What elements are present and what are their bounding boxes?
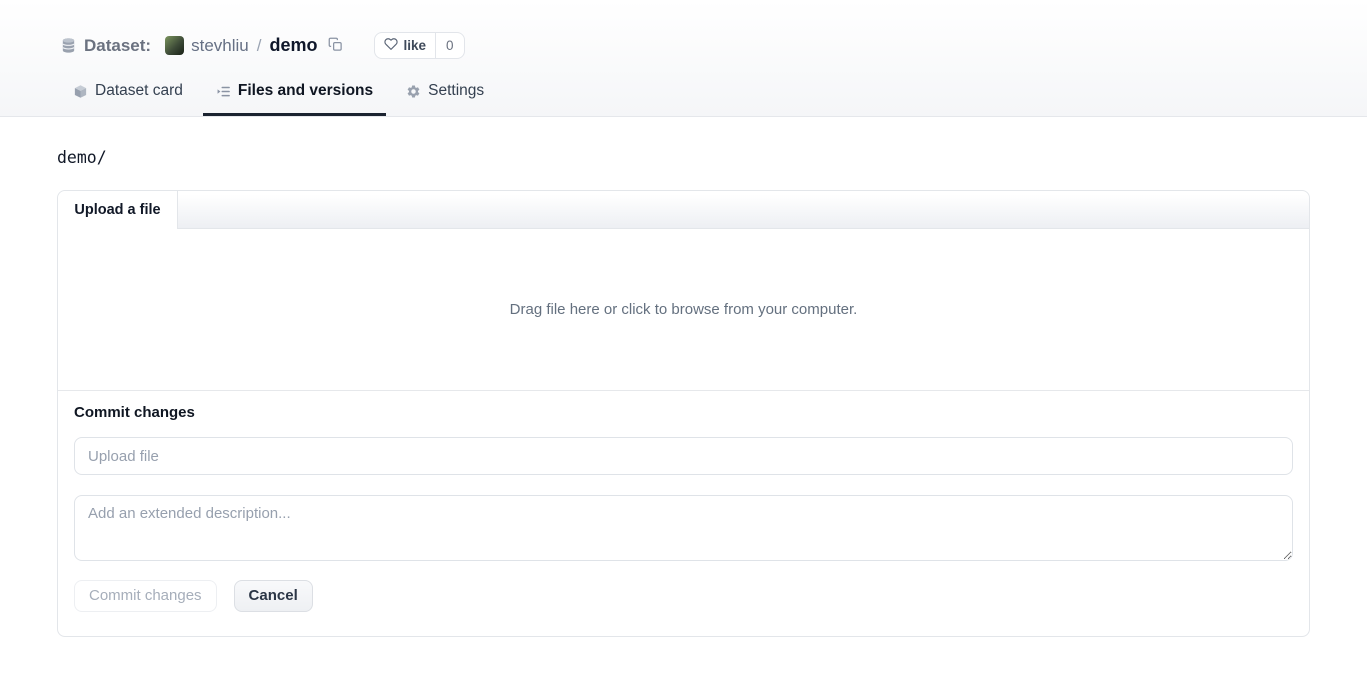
tab-label: Files and versions — [238, 82, 373, 100]
versions-list-icon — [216, 84, 231, 99]
heart-outline-icon — [384, 37, 398, 54]
upload-card-tabstrip: Upload a file — [58, 191, 1309, 229]
commit-buttons-row: Commit changes Cancel — [74, 580, 1293, 612]
tab-label: Settings — [428, 82, 484, 100]
path-separator: / — [257, 36, 262, 56]
cube-icon — [73, 84, 88, 99]
tab-upload-a-file[interactable]: Upload a file — [58, 191, 178, 229]
commit-heading: Commit changes — [74, 404, 1293, 421]
commit-summary-input[interactable] — [74, 437, 1293, 475]
copy-repo-name-button[interactable] — [328, 37, 343, 55]
commit-changes-button[interactable]: Commit changes — [74, 580, 217, 612]
tab-settings[interactable]: Settings — [393, 82, 497, 116]
repo-name-link[interactable]: demo — [269, 35, 317, 56]
repo-path-breadcrumb[interactable]: demo/ — [57, 148, 1310, 167]
like-label: like — [403, 38, 426, 53]
avatar[interactable] — [165, 36, 184, 55]
file-dropzone[interactable]: Drag file here or click to browse from y… — [58, 229, 1309, 391]
header: Dataset: stevhliu / demo — [0, 0, 1367, 117]
cancel-button[interactable]: Cancel — [234, 580, 313, 612]
tab-dataset-card[interactable]: Dataset card — [60, 82, 196, 116]
main-content: demo/ Upload a file Drag file here or cl… — [0, 148, 1367, 637]
database-icon — [60, 37, 77, 54]
repo-type-label: Dataset: — [84, 36, 151, 56]
like-count[interactable]: 0 — [435, 33, 464, 58]
commit-description-textarea[interactable] — [74, 495, 1293, 561]
tab-files-and-versions[interactable]: Files and versions — [203, 82, 386, 116]
copy-icon — [328, 37, 343, 55]
like-button-group: like 0 — [374, 32, 464, 59]
like-button[interactable]: like — [375, 33, 435, 58]
repo-title-row: Dataset: stevhliu / demo — [60, 0, 1307, 59]
upload-card: Upload a file Drag file here or click to… — [57, 190, 1310, 637]
repo-tabs: Dataset card Files and versions Setti — [60, 82, 1307, 116]
tab-label: Dataset card — [95, 82, 183, 100]
owner-link[interactable]: stevhliu — [191, 36, 249, 56]
gear-icon — [406, 84, 421, 99]
dropzone-hint-text: Drag file here or click to browse from y… — [510, 301, 858, 318]
commit-section: Commit changes Commit changes Cancel — [58, 391, 1309, 636]
page: Dataset: stevhliu / demo — [0, 0, 1367, 698]
